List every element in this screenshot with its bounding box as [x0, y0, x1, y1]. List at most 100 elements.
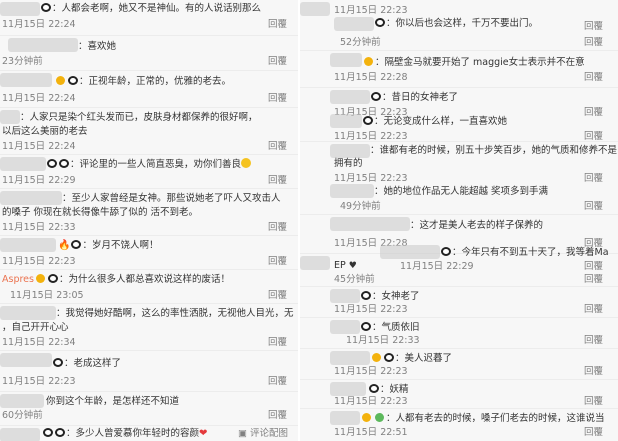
- comment-item: ：气质依旧 11月15日 22:33 回覆: [300, 317, 618, 348]
- comment-item: 🔥 ：岁月不饶人啊！ 11月15日 22:23 回覆: [0, 235, 298, 269]
- panda-emoji-icon: [47, 274, 58, 283]
- reply-link[interactable]: 回覆: [584, 36, 603, 49]
- comment-item: ：喜欢她 23分钟前 回覆: [0, 35, 298, 70]
- comment-time: 11月15日 22:34: [2, 337, 76, 348]
- comment-text: ：她的地位作品无人能超越 奖项多到手满: [374, 186, 549, 197]
- panda-emoji-icon: [361, 322, 371, 331]
- comment-time: 49分钟前: [340, 201, 381, 212]
- reply-link[interactable]: 回覆: [268, 409, 287, 422]
- reply-link[interactable]: 回覆: [584, 260, 603, 273]
- comment-time: 11月15日 22:23: [2, 376, 76, 387]
- comment-item: ：多少人曾爱慕你年轻时的容颜❤ ▣ 评论配图: [0, 425, 298, 441]
- vip-badge-icon: [372, 353, 381, 362]
- comment-time: 11月15日 22:33: [2, 222, 76, 233]
- blurred-username: [0, 428, 40, 441]
- reply-link[interactable]: 回覆: [268, 55, 287, 68]
- comment-item: ：她的地位作品无人能超越 奖项多到手满 49分钟前 回覆: [300, 182, 618, 216]
- reply-link[interactable]: 回覆: [584, 365, 603, 378]
- comment-time: 60分钟前: [2, 410, 43, 421]
- reply-link[interactable]: 回覆: [268, 140, 287, 153]
- reply-link[interactable]: 回覆: [268, 18, 287, 31]
- comment-item: 你到这个年龄，是怎样还不知道 60分钟前 回覆: [0, 391, 298, 425]
- comment-text: ：今年只有不到五十天了，我等着Ma: [452, 247, 609, 258]
- comment-time: 23分钟前: [2, 56, 43, 67]
- comment-text: ：这才是美人老去的样子保养的: [410, 220, 544, 231]
- comment-text: ：谁都有老的时候，别五十步笑百步，她的气质和修养不是: [370, 145, 618, 156]
- panda-emoji-icon: [384, 353, 394, 362]
- reply-link[interactable]: 回覆: [584, 334, 603, 347]
- comment-time: 45分钟前: [334, 274, 375, 285]
- comment-time: 11月15日 22:23: [334, 304, 408, 315]
- blurred-avatar: [300, 2, 330, 16]
- comment-item: ：女神老了 11月15日 22:23 回覆: [300, 286, 618, 317]
- comment-text-line2: 以后这么美丽的老去: [2, 126, 88, 137]
- blurred-username: [330, 90, 370, 104]
- comment-time: 11月15日 22:23: [2, 256, 76, 267]
- comment-item: ：老成这样了 11月15日 22:23 回覆: [0, 350, 298, 391]
- comment-text: ：妖精: [380, 384, 409, 395]
- reply-link[interactable]: 回覆: [268, 289, 287, 302]
- comment-item: ：美人迟暮了 11月15日 22:23 回覆: [300, 348, 618, 379]
- comment-text: ：正视年龄，正常的，优雅的老去。: [79, 76, 232, 87]
- comment-item: ：谁都有老的时候，别五十步笑百步，她的气质和修养不是 拥有的 11月15日 22…: [300, 141, 618, 188]
- blurred-username: [0, 2, 40, 16]
- comment-time: 11月15日 22:23: [334, 396, 408, 407]
- blurred-username: [0, 238, 56, 252]
- vip-badge-icon: [362, 413, 371, 422]
- reply-link[interactable]: 回覆: [584, 273, 603, 286]
- comment-text: ：无论变成什么样，一直喜欢她: [374, 116, 508, 127]
- reply-link[interactable]: 回覆: [268, 174, 287, 187]
- panda-emoji-icon: [363, 116, 373, 125]
- comment-text: ：老成这样了: [64, 358, 122, 369]
- reply-link[interactable]: 回覆: [268, 375, 287, 388]
- comment-text: ：岁月不饶人啊！: [82, 240, 159, 251]
- blurred-username: [330, 53, 362, 67]
- smile-emoji-icon: [241, 158, 252, 168]
- comment-item: ：我觉得她好酷啊，这么的率性洒脱，无视他人目光，无 ，自己开开心心 11月15日…: [0, 303, 298, 350]
- panda-emoji-icon: [43, 428, 53, 437]
- reply-link[interactable]: 回覆: [584, 200, 603, 213]
- blurred-username: [380, 245, 440, 259]
- reply-link[interactable]: 回覆: [584, 395, 603, 408]
- comment-time: 11月15日 22:23: [334, 366, 408, 377]
- reply-link[interactable]: 回覆: [268, 221, 287, 234]
- comment-time: 11月15日 22:33: [346, 335, 420, 346]
- blurred-username: [0, 191, 62, 205]
- fire-emoji-icon: 🔥: [58, 240, 71, 251]
- reply-link[interactable]: 回覆: [268, 92, 287, 105]
- comment-time: 11月15日 22:24: [2, 19, 76, 30]
- blurred-username: [330, 114, 362, 128]
- comment-text: ：喜欢她: [78, 41, 117, 52]
- username[interactable]: Aspres: [2, 274, 34, 285]
- comment-text: ：评论里的一些人简直恶臭，劝你们善良: [70, 159, 242, 170]
- comment-text-line2: 的嗓子 你现在就长得像牛舔了似的 活不到老。: [2, 207, 199, 218]
- comment-image-link[interactable]: ▣ 评论配图: [238, 427, 288, 440]
- blurred-username: [330, 184, 374, 198]
- comment-text: ：隔壁金马就要开始了 maggie女士表示并不在意: [375, 57, 585, 68]
- reply-link[interactable]: 回覆: [268, 336, 287, 349]
- comment-text: ：至少人家曾经是女神。那些说她老了吓人又攻击人: [62, 193, 281, 204]
- reply-link[interactable]: 回覆: [584, 71, 603, 84]
- blurred-username: [330, 351, 370, 365]
- comment-text: 你到这个年龄，是怎样还不知道: [46, 396, 180, 407]
- panda-emoji-icon: [68, 76, 78, 85]
- reply-link[interactable]: 回覆: [584, 303, 603, 316]
- comment-item: ：评论里的一些人简直恶臭，劝你们善良 11月15日 22:29 回覆: [0, 154, 298, 188]
- comment-item: ：人都会老啊，她又不是神仙。有的人说话别那么 11月15日 22:24 回覆: [0, 0, 298, 34]
- reply-link[interactable]: 回覆: [584, 426, 603, 439]
- blurred-username: [0, 306, 56, 320]
- comment-item: ：正视年龄，正常的，优雅的老去。 11月15日 22:24 回覆: [0, 70, 298, 107]
- panda-emoji-icon: [53, 358, 63, 367]
- comment-time: 11月15日 22:24: [2, 93, 76, 104]
- panda-emoji-icon: [361, 291, 371, 300]
- comment-item: ：人家只是染个红头发而已，皮肤身材都保养的很好啊， 以后这么美丽的老去 11月1…: [0, 107, 298, 154]
- blurred-username: [0, 110, 20, 124]
- comment-time: 11月15日 22:24: [2, 141, 76, 152]
- comment-text-line2: 拥有的: [334, 158, 363, 169]
- reply-link[interactable]: 回覆: [268, 255, 287, 268]
- comment-item: ：至少人家曾经是女神。那些说她老了吓人又攻击人 的嗓子 你现在就长得像牛舔了似的…: [0, 188, 298, 235]
- blurred-username: [330, 289, 360, 303]
- blurred-username: [0, 157, 46, 171]
- comment-item: Aspres ：为什么很多人都总喜欢说这样的废话！ 11月15日 23:05 回覆: [0, 269, 298, 303]
- panda-emoji-icon: [375, 18, 385, 27]
